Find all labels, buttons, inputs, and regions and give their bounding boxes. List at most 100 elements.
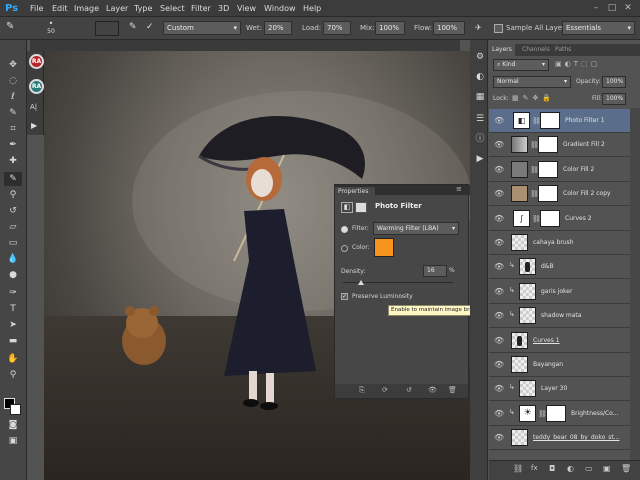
clone-stamp-tool-icon[interactable]: ⚲ — [4, 188, 22, 202]
layer-row[interactable]: 👁 ↳ ☀ ⛓ Brightness/Co... — [489, 401, 630, 426]
layer-filter-icons[interactable]: ▣◐T⬚▢ — [555, 60, 600, 68]
properties-icon[interactable]: ☰ — [471, 112, 489, 126]
visibility-eye-icon[interactable]: 👁 — [494, 360, 504, 370]
filter-kind-select[interactable]: ⌕ Kind ▾ — [493, 59, 549, 71]
clean-brush-icon[interactable]: ✓ — [146, 22, 154, 32]
visibility-eye-icon[interactable]: 👁 — [494, 384, 504, 394]
reset-icon[interactable]: ↺ — [406, 386, 412, 394]
layer-row[interactable]: 👁 Bayangan — [489, 353, 630, 377]
layer-thumbnail[interactable] — [511, 160, 528, 178]
background-color-swatch[interactable] — [10, 404, 21, 415]
adjustment-layer-icon[interactable]: ◧ — [341, 202, 353, 213]
menu-type[interactable]: Type — [134, 0, 152, 17]
character-panel-icon[interactable]: A| — [30, 103, 37, 111]
blur-tool-icon[interactable]: 💧 — [4, 252, 22, 266]
layer-row[interactable]: 👁 ◧ ⛓ Photo Filter 1 — [489, 109, 630, 133]
layer-mask-thumbnail[interactable] — [538, 160, 558, 178]
layer-mask-icon[interactable] — [355, 202, 367, 213]
load-field[interactable]: 70% — [323, 21, 351, 35]
brush-tool-icon[interactable]: ✎ — [4, 172, 22, 186]
layer-thumbnail[interactable] — [511, 356, 528, 373]
filter-select[interactable]: Warming Filter (LBA) ▾ — [373, 222, 459, 235]
styles-icon[interactable]: ▦ — [471, 90, 489, 104]
layer-mask-thumbnail[interactable] — [538, 136, 558, 154]
menu-3d[interactable]: 3D — [218, 0, 229, 17]
layer-row[interactable]: 👁 ⛓ Color Fill 2 — [489, 157, 630, 182]
layer-thumbnail[interactable]: ∫ — [513, 209, 530, 227]
menu-file[interactable]: File — [30, 0, 43, 17]
gradient-tool-icon[interactable]: ▭ — [4, 236, 22, 250]
load-brush-icon[interactable]: ✎ — [129, 22, 137, 32]
adjustment-icon[interactable]: ◐ — [567, 464, 574, 473]
menu-view[interactable]: View — [237, 0, 256, 17]
menu-window[interactable]: Window — [264, 0, 296, 17]
visibility-eye-icon[interactable]: 👁 — [494, 214, 504, 224]
layer-row[interactable]: 👁 ∫ ⛓ Curves 2 — [489, 206, 630, 231]
sample-all-layers-checkbox[interactable] — [494, 24, 503, 33]
blend-preset-select[interactable]: Custom ▾ — [163, 21, 241, 35]
type-tool-icon[interactable]: T — [4, 302, 22, 316]
opacity-field[interactable]: 100% — [602, 76, 626, 88]
blend-mode-select[interactable]: Normal ▾ — [493, 76, 571, 88]
fx-icon[interactable]: fx — [531, 464, 538, 472]
tab-channels[interactable]: Channels — [519, 44, 553, 56]
visibility-eye-icon[interactable]: 👁 — [494, 336, 504, 346]
lock-icons[interactable]: ▦✎✥🔒 — [512, 94, 555, 102]
layer-row[interactable]: 👁 ↳ d&B — [489, 255, 630, 280]
layer-row[interactable]: 👁 ↳ Layer 30 — [489, 377, 630, 402]
maximize-icon[interactable]: □ — [606, 0, 618, 17]
zoom-tool-icon[interactable]: ⚲ — [4, 368, 22, 382]
link-icon[interactable]: ⛓ — [513, 464, 523, 473]
visibility-eye-icon[interactable]: 👁 — [494, 433, 504, 443]
layer-row[interactable]: 👁 ↳ garis joker — [489, 279, 630, 304]
layer-thumbnail[interactable]: ☀ — [519, 404, 536, 422]
photo-filter-color-swatch[interactable] — [374, 238, 394, 257]
eyedropper-tool-icon[interactable]: ✒ — [4, 138, 22, 152]
visibility-eye-icon[interactable]: 👁 — [494, 287, 504, 297]
menu-layer[interactable]: Layer — [106, 0, 128, 17]
layer-thumbnail[interactable] — [519, 307, 536, 325]
menu-select[interactable]: Select — [160, 0, 185, 17]
layer-row[interactable]: 👁 cahaya brush — [489, 231, 630, 255]
folder-icon[interactable]: ▭ — [585, 464, 593, 473]
density-field[interactable]: 16 — [423, 265, 447, 277]
mixer-brush-tool-icon[interactable]: ✎ — [6, 21, 28, 36]
color-radio[interactable] — [341, 245, 348, 252]
density-slider[interactable] — [343, 280, 453, 285]
preserve-luminosity-checkbox[interactable]: ✓ — [341, 293, 348, 300]
ra-action-icon[interactable]: RA — [29, 54, 44, 69]
layer-thumbnail[interactable] — [519, 380, 536, 398]
layer-row[interactable]: 👁 ↳ shadow mata — [489, 304, 630, 329]
visibility-eye-icon[interactable]: 👁 — [494, 311, 504, 321]
layer-mask-thumbnail[interactable] — [538, 185, 558, 203]
lasso-tool-icon[interactable]: ℓ — [4, 90, 22, 104]
wet-field[interactable]: 20% — [264, 21, 292, 35]
ra-action-icon[interactable]: RA — [29, 79, 44, 94]
layer-thumbnail[interactable] — [511, 429, 528, 447]
visibility-eye-icon[interactable]: 👁 — [494, 409, 504, 419]
layer-thumbnail[interactable] — [519, 258, 536, 276]
mask-icon[interactable]: ◘ — [549, 464, 555, 473]
layer-thumbnail[interactable] — [511, 136, 528, 154]
menu-filter[interactable]: Filter — [191, 0, 211, 17]
rectangle-tool-icon[interactable]: ▬ — [4, 334, 22, 348]
visibility-eye-icon[interactable]: 👁 — [494, 238, 504, 248]
layers-scrollbar[interactable] — [630, 108, 640, 460]
layer-thumbnail[interactable] — [519, 282, 536, 300]
crop-tool-icon[interactable]: ⌗ — [4, 122, 22, 136]
pen-tool-icon[interactable]: ✑ — [4, 286, 22, 300]
visibility-eye-icon[interactable]: 👁 — [494, 189, 504, 199]
layer-row[interactable]: 👁 ⛓ Gradient Fill 2 — [489, 133, 630, 158]
healing-tool-icon[interactable]: ✚ — [4, 154, 22, 168]
filter-radio[interactable] — [341, 226, 348, 233]
fill-field[interactable]: 100% — [602, 93, 626, 105]
visibility-eye-icon[interactable]: 👁 — [494, 140, 504, 150]
density-slider-knob[interactable] — [357, 280, 364, 285]
history-brush-tool-icon[interactable]: ↺ — [4, 204, 22, 218]
hand-tool-icon[interactable]: ✋ — [4, 352, 22, 366]
brush-preset-picker[interactable]: • 50 — [42, 19, 60, 38]
layer-thumbnail[interactable] — [511, 234, 528, 251]
trash-icon[interactable]: 🗑 — [621, 464, 631, 473]
dodge-tool-icon[interactable]: ● — [4, 268, 22, 282]
info-icon[interactable]: ⓘ — [471, 132, 489, 146]
